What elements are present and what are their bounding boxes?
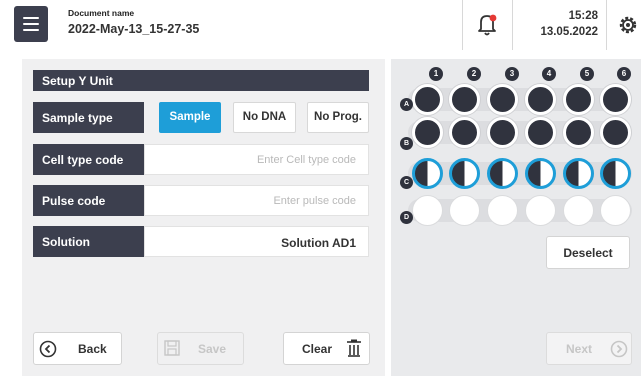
back-button[interactable]: Back — [33, 332, 122, 365]
back-button-label: Back — [78, 342, 107, 356]
well-c3[interactable] — [487, 158, 518, 189]
notification-button[interactable] — [462, 0, 512, 50]
sample-type-sample-button[interactable]: Sample — [159, 102, 221, 133]
header-divider — [512, 0, 513, 50]
sample-type-no-dna-button[interactable]: No DNA — [233, 102, 296, 133]
clear-button-label: Clear — [302, 342, 333, 356]
cell-type-input[interactable]: Enter Cell type code — [144, 144, 369, 175]
header-divider — [606, 0, 607, 50]
deselect-button[interactable]: Deselect — [546, 236, 630, 269]
well-a5[interactable] — [563, 84, 594, 115]
well-a4[interactable] — [525, 84, 556, 115]
sample-type-label: Sample type — [33, 102, 144, 133]
settings-button[interactable] — [616, 14, 641, 41]
well-d3[interactable] — [487, 195, 518, 226]
section-title: Setup Y Unit — [33, 70, 369, 91]
well-c6[interactable] — [600, 158, 631, 189]
clear-button[interactable]: Clear — [283, 332, 370, 365]
cell-type-label: Cell type code — [33, 144, 144, 175]
well-d6[interactable] — [600, 195, 631, 226]
row-label-a: A — [400, 98, 413, 111]
solution-label: Solution — [33, 226, 144, 257]
well-a1[interactable] — [412, 84, 443, 115]
well-c5[interactable] — [563, 158, 594, 189]
well-b4[interactable] — [525, 117, 556, 148]
hamburger-icon-line — [23, 29, 39, 31]
well-d5[interactable] — [563, 195, 594, 226]
next-button[interactable]: Next — [546, 332, 632, 365]
well-d4[interactable] — [525, 195, 556, 226]
save-button-label: Save — [198, 342, 227, 356]
well-d1[interactable] — [412, 195, 443, 226]
column-label-6: 6 — [617, 67, 631, 81]
well-b2[interactable] — [449, 117, 480, 148]
trash-icon — [347, 339, 361, 357]
next-button-label: Next — [566, 342, 593, 356]
well-b1[interactable] — [412, 117, 443, 148]
document-name-value: 2022-May-13_15-27-35 — [68, 22, 200, 36]
gear-icon — [619, 16, 637, 34]
back-arrow-icon — [39, 340, 57, 358]
well-a2[interactable] — [449, 84, 480, 115]
bell-icon — [478, 14, 497, 36]
document-name-label: Document name — [68, 8, 135, 18]
row-label-c: C — [400, 176, 413, 189]
solution-select[interactable]: Solution AD1 — [144, 226, 369, 257]
well-c4[interactable] — [525, 158, 556, 189]
row-label-d: D — [400, 211, 413, 224]
well-b3[interactable] — [487, 117, 518, 148]
hamburger-icon — [23, 17, 39, 19]
alert-dot — [489, 14, 497, 22]
save-icon — [164, 340, 180, 356]
save-button[interactable]: Save — [157, 332, 244, 365]
well-a3[interactable] — [487, 84, 518, 115]
well-b6[interactable] — [600, 117, 631, 148]
document-name-block: Document name 2022-May-13_15-27-35 — [68, 8, 199, 36]
clock: 15:28 13.05.2022 — [520, 10, 598, 38]
hamburger-menu-button[interactable] — [14, 6, 48, 42]
well-plate-panel: 1 2 3 4 5 6 A B C D Deselect Next — [391, 59, 641, 376]
clock-date: 13.05.2022 — [540, 26, 598, 38]
well-a6[interactable] — [600, 84, 631, 115]
column-label-4: 4 — [542, 67, 556, 81]
clock-time: 15:28 — [568, 10, 598, 22]
sample-type-no-prog-button[interactable]: No Prog. — [307, 102, 369, 133]
column-label-3: 3 — [505, 67, 519, 81]
well-c1[interactable] — [412, 158, 443, 189]
setup-panel: Setup Y Unit Sample type Sample No DNA N… — [22, 59, 385, 376]
hamburger-icon-line — [23, 23, 39, 25]
pulse-code-label: Pulse code — [33, 185, 144, 216]
pulse-code-input[interactable]: Enter pulse code — [144, 185, 369, 216]
column-label-2: 2 — [467, 67, 481, 81]
column-label-1: 1 — [429, 67, 443, 81]
well-d2[interactable] — [449, 195, 480, 226]
column-label-5: 5 — [580, 67, 594, 81]
row-label-b: B — [400, 137, 413, 150]
next-arrow-icon — [610, 340, 628, 358]
well-c2[interactable] — [449, 158, 480, 189]
well-b5[interactable] — [563, 117, 594, 148]
top-bar: Document name 2022-May-13_15-27-35 15:28… — [0, 0, 641, 50]
